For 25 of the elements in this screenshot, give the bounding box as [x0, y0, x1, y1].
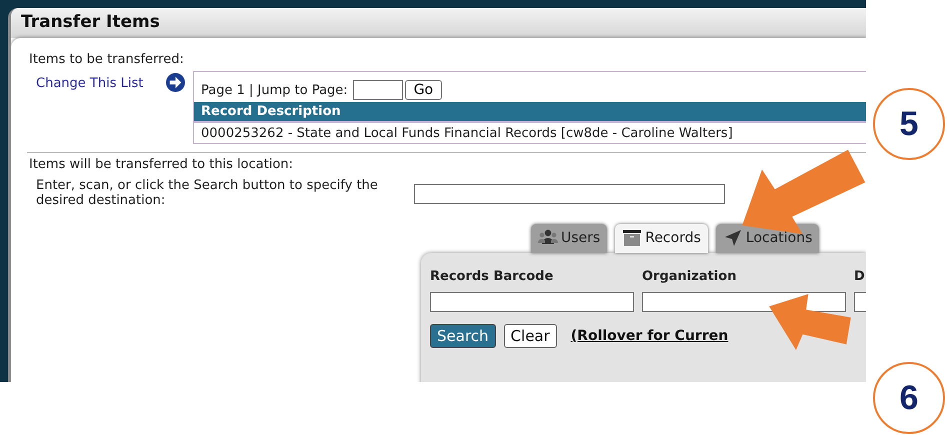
change-list-link[interactable]: Change This List [36, 76, 166, 91]
instruction-text: Enter, scan, or click the Search button to specify the desired destination: [36, 178, 379, 208]
section-label: Items will be transferred to this location: [29, 157, 294, 172]
table-cell-text: 0000253262 - State and Local Funds Financial Records [cw8de - Caroline Walters] [200, 125, 734, 143]
field-label: Records Barcode [430, 269, 554, 284]
destination-field[interactable] [414, 184, 725, 204]
column-header: Record Description [194, 102, 866, 123]
tab[interactable]: Records [615, 224, 708, 253]
field-label: D [854, 269, 866, 284]
box-icon [622, 228, 642, 248]
page-input[interactable] [352, 80, 403, 100]
tab[interactable]: Users [531, 224, 608, 253]
step-number-callout: 6 [873, 362, 945, 434]
rollover-link[interactable]: (Rollover for Curren [570, 328, 728, 344]
section-label: Items to be transferred: [29, 52, 185, 67]
input-field[interactable] [430, 292, 634, 312]
pager-text: Page 1 | Jump to Page: [201, 82, 348, 98]
search-button[interactable]: Search [430, 324, 496, 348]
field-label: Organization [642, 269, 738, 284]
arrow-circle-icon[interactable] [166, 73, 185, 92]
window-title: Transfer Items [21, 12, 160, 32]
step-number-callout: 5 [873, 88, 945, 160]
go-button[interactable]: Go [404, 80, 442, 100]
navigation-arrow-icon [722, 228, 743, 248]
clear-button[interactable]: Clear [504, 324, 557, 348]
